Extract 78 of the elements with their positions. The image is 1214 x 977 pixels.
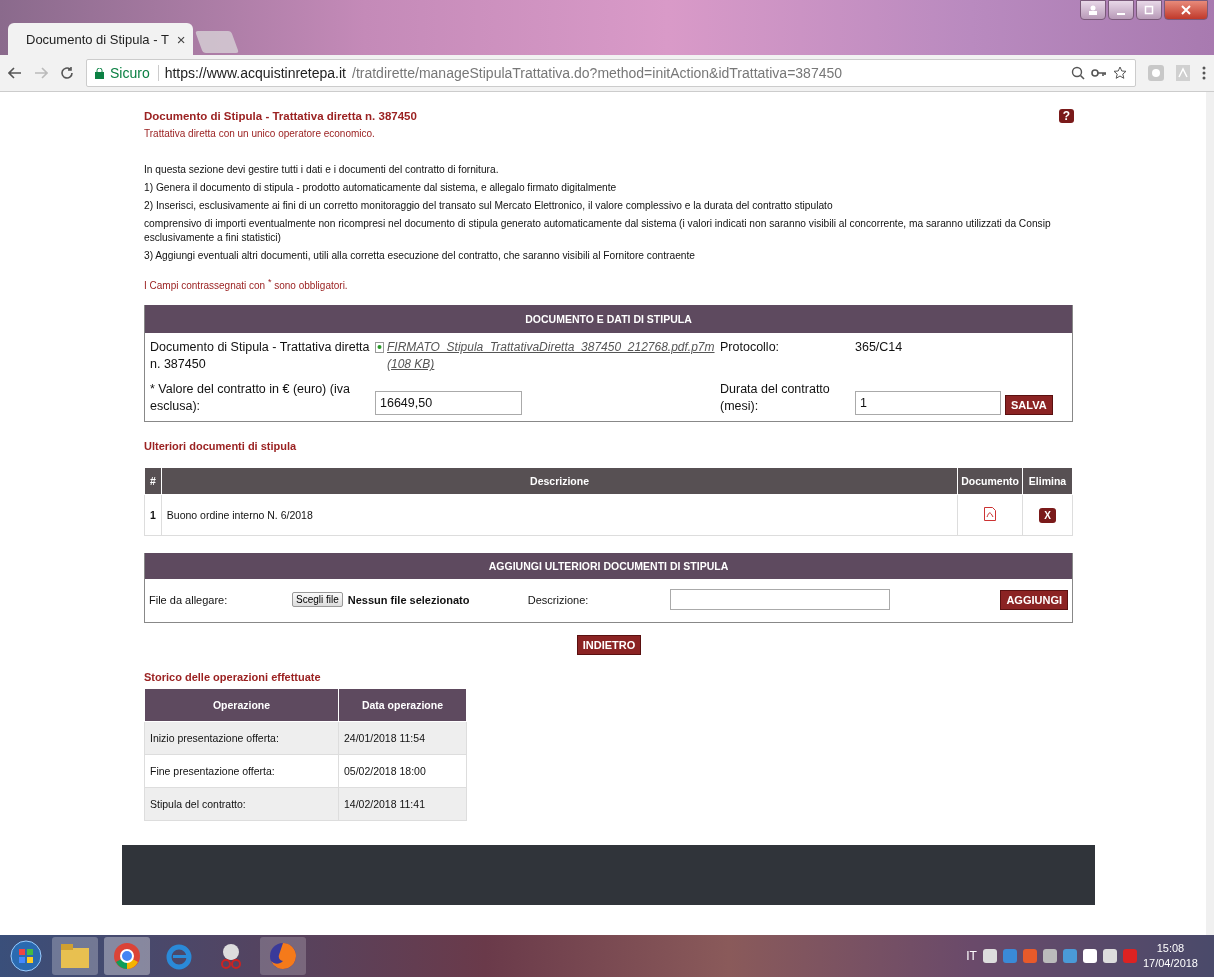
folder-icon — [61, 944, 89, 968]
page-title: Documento di Stipula - Trattativa diretta n. 387450 — [144, 110, 417, 122]
file-icon — [375, 342, 384, 354]
field-label: Durata del contratto (mesi): — [720, 381, 831, 416]
no-file-text: Nessun file selezionato — [347, 593, 471, 606]
intro-text: 1) Genera il documento di stipula - prodotto automaticamente dal sistema, e allegalo firmato digitalmente — [144, 181, 618, 195]
close-tab-button[interactable]: × — [176, 30, 186, 48]
intro-text: 3) Aggiungi eventuali altri documenti, utili alla corretta esecuzione del contratto, che saranno visibili al Fornitore contraente — [144, 249, 696, 263]
field-label: Protocollo: — [720, 339, 781, 357]
intro-text: comprensivo di importi eventualmente non ricompresi nel documento di stipula generato automaticamente dal sistema (i valori indicati non saranno visibili al concorrente, ma saranno utilizzati da Consip esclusivamente a fini statistici) — [144, 217, 1052, 245]
intro-text: 2) Inserisci, esclusivamente ai fini di un corretto monitoraggio del transato sul Mercato Elettronico, il valore complessivo e la durata del contratto stipulato — [144, 199, 834, 213]
value-input[interactable]: 16649,50 — [375, 391, 522, 416]
column-header: Documento — [957, 467, 1023, 495]
menu-icon[interactable] — [1202, 66, 1206, 80]
security-label: Sicuro — [110, 65, 159, 81]
maximize-button[interactable] — [1136, 0, 1162, 20]
browser-tab[interactable]: Documento di Stipula - T × — [8, 23, 193, 55]
file-link[interactable]: FIRMATO_Stipula_TrattativaDiretta_387450_212768.pdf.p7m (108 KB) — [387, 339, 715, 374]
field-label: * Valore del contratto in € (euro) (iva esclusa): — [150, 381, 351, 416]
intro-text: In questa sezione devi gestire tutti i dati e i documenti del contratto di fornitura. — [144, 163, 500, 177]
pdf-icon[interactable] — [984, 507, 997, 522]
column-header: # — [144, 467, 162, 495]
section-title: Storico delle operazioni effettuate — [144, 671, 322, 684]
tab-title: Documento di Stipula - T — [26, 31, 169, 47]
table-cell: 24/01/2018 11:54 — [338, 721, 467, 755]
save-button[interactable]: SALVA — [1005, 395, 1053, 416]
column-header: Operazione — [144, 688, 339, 722]
help-button[interactable]: ? — [1058, 109, 1074, 123]
tray-icon[interactable] — [1042, 949, 1057, 963]
duration-input[interactable]: 1 — [855, 391, 1001, 416]
close-icon — [1181, 5, 1191, 15]
lock-icon — [95, 67, 104, 79]
tray-icon[interactable] — [1082, 949, 1097, 963]
column-header: Descrizione — [161, 467, 958, 495]
field-label: Documento di Stipula - Trattativa diretta n. 387450 — [150, 339, 371, 374]
key-icon[interactable] — [1091, 68, 1107, 78]
browser-icon — [113, 942, 141, 970]
minimize-icon — [1117, 13, 1125, 15]
description-input[interactable] — [669, 589, 890, 611]
back-button[interactable]: INDIETRO — [576, 635, 642, 656]
section-title: Ulteriori documenti di stipula — [144, 440, 298, 453]
reload-icon[interactable] — [60, 66, 74, 80]
panel-header: DOCUMENTO E DATI DI STIPULA — [145, 305, 1072, 334]
taskbar-icon[interactable] — [260, 937, 306, 975]
page-subtitle: Trattativa diretta con un unico operatore economico. — [144, 128, 376, 139]
zoom-icon[interactable] — [1071, 66, 1085, 80]
table-cell: Inizio presentazione offerta: — [144, 721, 339, 755]
table-cell: 1 — [144, 494, 162, 536]
field-value: 365/C14 — [855, 339, 904, 357]
language-indicator[interactable]: IT — [966, 949, 977, 963]
url-path: /tratdirette/manageStipulaTrattativa.do?method=initAction&idTrattativa=387450 — [352, 65, 844, 81]
field-label: Descrizione: — [527, 593, 590, 606]
url-host: https://www.acquistinretepa.it — [164, 65, 346, 81]
column-header: Data operazione — [338, 688, 467, 722]
table-cell: 14/02/2018 11:41 — [338, 787, 467, 821]
table-cell: Buono ordine interno N. 6/2018 — [161, 494, 958, 536]
table-cell: Fine presentazione offerta: — [144, 754, 339, 788]
minimize-button[interactable] — [1108, 0, 1134, 20]
address-bar[interactable]: Sicuro https://www.acquistinretepa.it /tratdirette/manageStipulaTrattativa.do?method=initAction&idTrattativa=387450 — [86, 59, 1136, 87]
user-button[interactable] — [1080, 0, 1106, 20]
tray-icon[interactable] — [982, 949, 997, 963]
table-cell: 05/02/2018 18:00 — [338, 754, 467, 788]
delete-button[interactable]: X — [1039, 507, 1056, 523]
tray-icon[interactable] — [1102, 949, 1117, 963]
field-label: File da allegare: — [149, 593, 229, 606]
star-icon[interactable] — [1113, 66, 1127, 80]
clock: 15:08 17/04/2018 — [1142, 941, 1198, 971]
close-window-button[interactable] — [1164, 0, 1208, 20]
table-cell: Stipula del contratto: — [144, 787, 339, 821]
maximize-icon — [1144, 5, 1154, 15]
back-arrow-icon[interactable] — [8, 67, 22, 79]
column-header: Elimina — [1022, 467, 1073, 495]
required-fields-note: I Campi contrassegnati con $^{*}$ sono obbligatori. — [144, 277, 349, 292]
taskbar-icon[interactable] — [104, 937, 150, 975]
panel-header: AGGIUNGI ULTERIORI DOCUMENTI DI STIPULA — [145, 553, 1072, 580]
user-icon — [1088, 5, 1098, 15]
choose-file-button[interactable]: Scegli file — [292, 592, 343, 608]
add-button[interactable]: AGGIUNGI — [1000, 589, 1068, 610]
